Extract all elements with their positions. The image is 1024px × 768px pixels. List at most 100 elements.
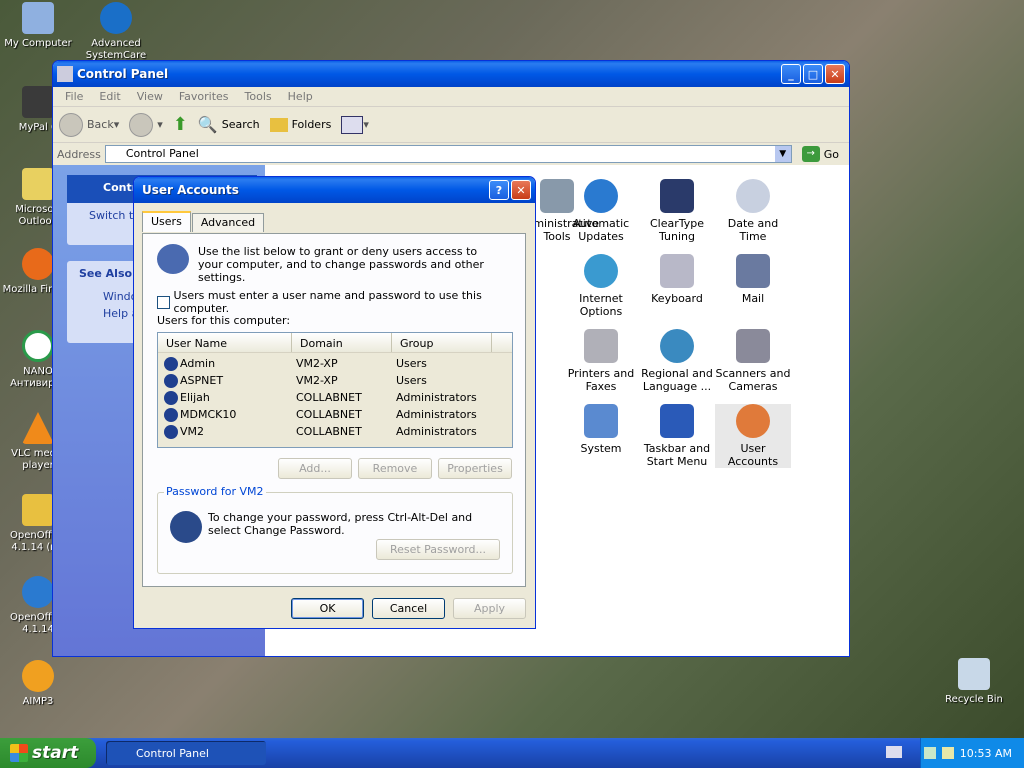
network-icon[interactable] [923,747,936,759]
clock-icon [736,179,770,213]
cleartype-icon [660,179,694,213]
cancel-button[interactable]: Cancel [372,598,445,619]
desktop-icon-aimp[interactable]: AIMP3 [0,660,76,708]
control-panel-titlebar[interactable]: Control Panel _ □ ✕ [53,61,849,87]
menu-tools[interactable]: Tools [237,90,280,103]
close-button[interactable]: ✕ [825,64,845,84]
tab-users[interactable]: Users [142,211,191,232]
properties-button[interactable]: Properties [438,458,512,479]
views-button[interactable]: ▾ [341,115,369,134]
users-list[interactable]: User Name Domain Group Admin VM2-XP Users … [157,332,513,448]
menu-view[interactable]: View [129,90,171,103]
dialog-title: User Accounts [142,183,239,197]
system-icon [584,404,618,438]
desktop-icon-advanced-systemcare[interactable]: Advanced SystemCare [78,2,154,62]
remove-user-button[interactable]: Remove [358,458,432,479]
desktop-icon-recycle-bin[interactable]: Recycle Bin [936,658,1012,706]
cp-item-scanners[interactable]: Scanners and Cameras [715,329,791,393]
tray-app-icon[interactable] [941,747,954,759]
folders-button[interactable]: Folders [269,117,331,132]
scanner-icon [736,329,770,363]
forward-button[interactable]: ▾ [129,112,163,137]
cp-item-taskbar[interactable]: Taskbar and Start Menu [639,404,715,468]
user-icon [164,390,178,405]
start-button[interactable]: start [0,738,96,768]
user-icon [164,373,178,388]
cp-item-user-accounts[interactable]: User Accounts [715,404,791,468]
apply-button[interactable]: Apply [453,598,526,619]
clock[interactable]: 10:53 AM [960,747,1012,760]
aimp-icon [22,660,54,692]
cp-item-date-time[interactable]: Date and Time [715,179,791,243]
folder-icon [22,494,54,526]
windows-logo-icon [10,744,28,762]
cp-item-regional[interactable]: Regional and Language ... [639,329,715,393]
search-icon: 🔍 [197,115,218,134]
address-input[interactable]: Control Panel ▼ [104,145,792,163]
menu-bar: File Edit View Favorites Tools Help [53,87,849,107]
address-bar: Address Control Panel ▼ → Go [53,143,849,165]
col-domain[interactable]: Domain [292,333,392,352]
password-group-label: Password for VM2 [164,485,266,498]
dialog-titlebar[interactable]: User Accounts ? ✕ [134,177,535,203]
printer-icon [584,329,618,363]
control-panel-icon [57,66,73,82]
cp-item-internet-options[interactable]: Internet Options [563,254,639,318]
list-header: User Name Domain Group [158,333,512,353]
users-panel: Use the list below to grant or deny user… [142,233,526,587]
menu-file[interactable]: File [57,90,91,103]
table-row[interactable]: Elijah COLLABNET Administrators [158,389,512,406]
go-button[interactable]: → Go [796,146,845,162]
user-accounts-dialog: User Accounts ? ✕ Users Advanced Use the… [133,176,536,629]
globe-icon [584,254,618,288]
openoffice-icon [22,576,54,608]
desktop-icon-my-computer[interactable]: My Computer [0,2,76,50]
back-arrow-icon [59,112,83,137]
reset-password-button[interactable]: Reset Password... [376,539,500,560]
col-group[interactable]: Group [392,333,492,352]
menu-favorites[interactable]: Favorites [171,90,237,103]
tab-advanced[interactable]: Advanced [191,213,265,232]
firefox-icon [22,248,54,280]
taskbar-item-control-panel[interactable]: Control Panel [106,741,266,765]
cp-item-system[interactable]: System [563,404,639,455]
cp-item-cleartype[interactable]: ClearType Tuning [639,179,715,243]
updates-icon [584,179,618,213]
systemcare-icon [100,2,132,34]
system-tray: 10:53 AM [920,738,1024,768]
table-row[interactable]: ASPNET VM2-XP Users [158,372,512,389]
require-password-checkbox[interactable]: Users must enter a user name and passwor… [157,289,525,315]
menu-help[interactable]: Help [280,90,321,103]
nano-antivirus-icon [22,330,54,362]
back-button[interactable]: Back ▾ [59,112,119,137]
dialog-close-button[interactable]: ✕ [511,180,531,200]
col-user-name[interactable]: User Name [158,333,292,352]
maximize-button[interactable]: □ [803,64,823,84]
ok-button[interactable]: OK [291,598,364,619]
outlook-icon [22,168,54,200]
table-row[interactable]: MDMCK10 COLLABNET Administrators [158,406,512,423]
table-row[interactable]: Admin VM2-XP Users [158,355,512,372]
add-user-button[interactable]: Add... [278,458,352,479]
cp-item-automatic-updates[interactable]: Automatic Updates [563,179,639,243]
minimize-button[interactable]: _ [781,64,801,84]
mypal-icon [22,86,54,118]
password-group: Password for VM2 To change your password… [157,485,513,574]
search-button[interactable]: 🔍 Search [198,115,260,134]
keyboard-layout-icon[interactable] [886,746,902,758]
go-arrow-icon: → [801,146,820,162]
help-button[interactable]: ? [489,180,509,200]
keyboard-icon [660,254,694,288]
computer-icon [22,2,54,34]
checkbox-box[interactable] [157,295,170,309]
menu-edit[interactable]: Edit [91,90,128,103]
chevron-down-icon[interactable]: ▼ [774,146,791,162]
cp-item-printers[interactable]: Printers and Faxes [563,329,639,393]
cp-item-mail[interactable]: Mail [715,254,791,305]
user-icon [164,356,178,371]
up-button[interactable]: ⬆ [173,114,188,135]
up-folder-icon: ⬆ [172,114,188,135]
user-icon [164,424,178,439]
cp-item-keyboard[interactable]: Keyboard [639,254,715,305]
table-row[interactable]: VM2 COLLABNET Administrators [158,423,512,440]
